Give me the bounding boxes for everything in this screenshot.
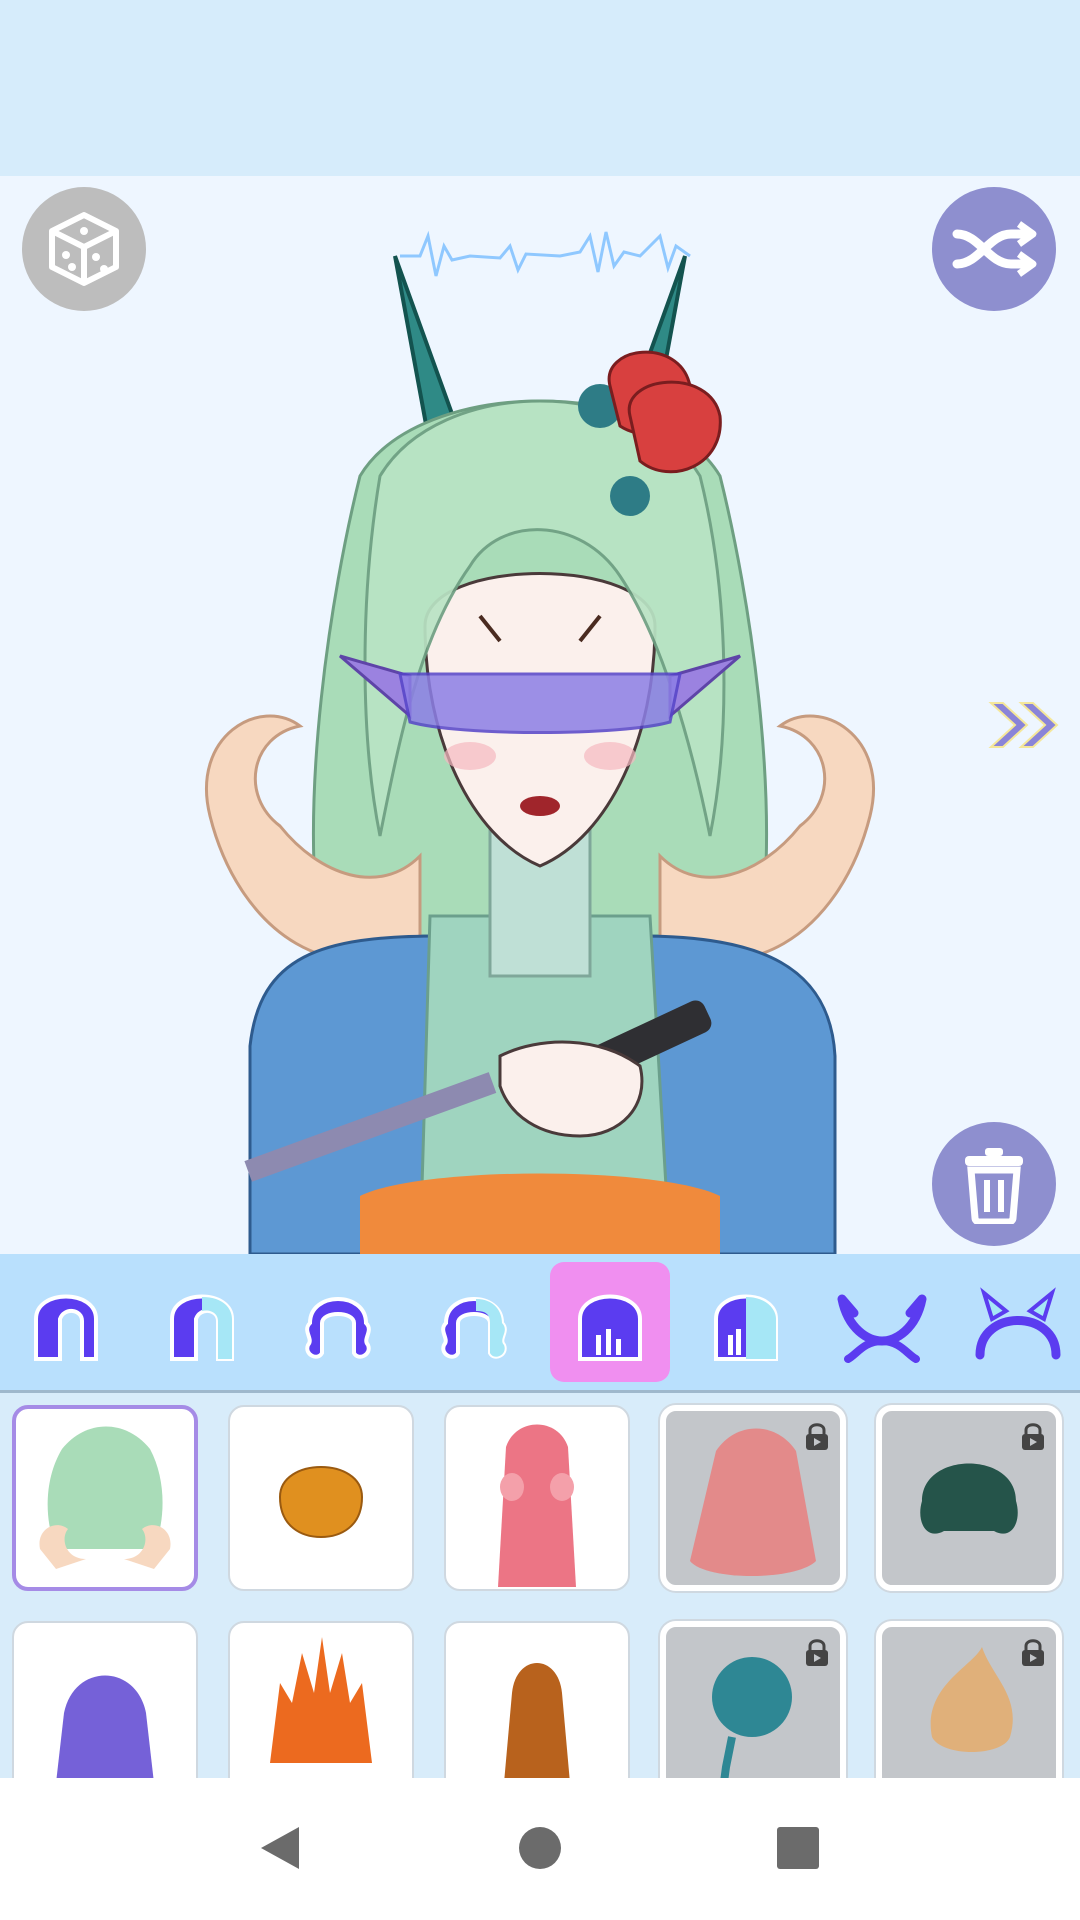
headband-icon — [975, 1287, 1061, 1360]
hair-item-brown-ponytail[interactable] — [444, 1621, 630, 1778]
tab-hair-curly-color[interactable] — [414, 1262, 534, 1382]
tab-horns[interactable] — [822, 1262, 942, 1382]
system-navigation-bar — [0, 1778, 1080, 1920]
blush-left — [444, 742, 496, 770]
hair-thumbnail — [498, 1424, 576, 1587]
hair-front-color-icon — [170, 1294, 234, 1361]
nav-home-button[interactable] — [510, 1818, 570, 1878]
hair-thumbnail — [56, 1675, 154, 1778]
nav-recents-button[interactable] — [768, 1818, 828, 1878]
nav-back-button[interactable] — [250, 1818, 310, 1878]
sunglasses — [398, 672, 682, 734]
hair-item-orange-spiky[interactable] — [228, 1621, 414, 1778]
lips — [520, 796, 560, 816]
double-chevron-right-icon — [988, 702, 1059, 748]
tab-hair-back-color[interactable] — [686, 1262, 806, 1382]
hair-curly-color-icon — [441, 1297, 507, 1359]
shuffle-icon — [952, 221, 1037, 277]
tab-hair-back[interactable] — [550, 1262, 670, 1382]
lock-icon — [1022, 1423, 1044, 1450]
hair-item-purple-layered[interactable] — [12, 1621, 198, 1778]
hair-item-pink-twin-ribbons[interactable] — [444, 1405, 630, 1591]
tab-headband[interactable] — [958, 1262, 1078, 1382]
hair-item-grid — [0, 1393, 1080, 1778]
hair-curly-icon — [305, 1297, 371, 1359]
character-preview — [205, 230, 875, 1254]
hair-front-icon — [34, 1294, 98, 1361]
trash-icon — [965, 1148, 1023, 1224]
hair-back-color-icon — [714, 1294, 778, 1361]
character-canvas — [0, 176, 1080, 1254]
tab-hair-front[interactable] — [6, 1262, 126, 1382]
blush-right — [584, 742, 636, 770]
back-triangle-icon — [261, 1827, 299, 1869]
hair-back-icon — [578, 1294, 642, 1361]
tab-hair-curly[interactable] — [278, 1262, 398, 1382]
status-bar-area — [0, 0, 1080, 176]
recents-square-icon — [777, 1827, 819, 1869]
home-circle-icon — [519, 1827, 561, 1869]
hair-item-teal-braid[interactable] — [660, 1621, 846, 1778]
hair-thumbnail — [278, 1466, 364, 1539]
hair-item-tan-swirl[interactable] — [876, 1621, 1062, 1778]
next-step-button[interactable] — [980, 690, 1070, 760]
lock-icon — [806, 1639, 828, 1666]
sound-wave-halo — [400, 230, 691, 277]
shuffle-button[interactable] — [932, 187, 1056, 311]
hair-item-mint-curly-long[interactable] — [12, 1405, 198, 1591]
horns-icon — [837, 1294, 927, 1363]
lock-icon — [806, 1423, 828, 1450]
delete-button[interactable] — [932, 1122, 1056, 1246]
hair-item-dark-teal-bob[interactable] — [876, 1405, 1062, 1591]
hair-item-rose-wavy-long[interactable] — [660, 1405, 846, 1591]
hair-item-orange-bob[interactable] — [228, 1405, 414, 1591]
dice-icon — [49, 212, 119, 286]
category-tab-bar — [0, 1254, 1080, 1393]
orange-shirt — [360, 1173, 720, 1254]
hair-thumbnail — [39, 1426, 171, 1569]
hair-thumbnail — [270, 1637, 372, 1763]
lock-icon — [1022, 1639, 1044, 1666]
random-dice-button[interactable] — [22, 187, 146, 311]
hair-thumbnail — [504, 1663, 570, 1778]
tab-hair-front-color[interactable] — [142, 1262, 262, 1382]
